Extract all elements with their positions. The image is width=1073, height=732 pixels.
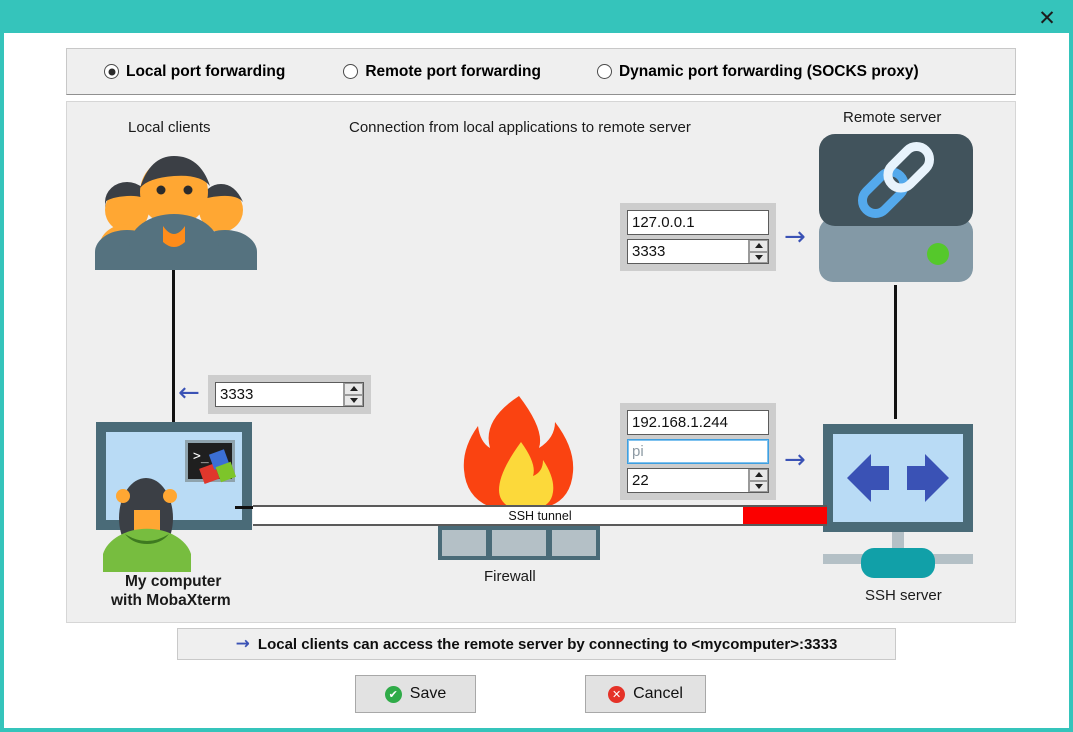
ssh-tunnel-bar: SSH tunnel (253, 505, 827, 526)
chevron-up-icon (755, 472, 763, 477)
radio-local-label: Local port forwarding (126, 63, 285, 81)
check-circle-icon: ✔ (385, 686, 402, 703)
radio-dynamic-port-forwarding[interactable]: Dynamic port forwarding (SOCKS proxy) (597, 63, 919, 81)
radio-dynamic-label: Dynamic port forwarding (SOCKS proxy) (619, 63, 919, 81)
ssh-host-input[interactable]: 192.168.1.244 (627, 410, 769, 435)
ssh-port-spin-buttons[interactable] (748, 469, 768, 492)
label-my-computer-line1: My computer (125, 573, 221, 591)
forwarded-port-value[interactable]: 3333 (216, 383, 343, 406)
ssh-port-stepper[interactable]: 22 (627, 468, 769, 493)
label-local-clients: Local clients (128, 119, 211, 136)
forwarded-port-stepper[interactable]: 3333 (215, 382, 364, 407)
arrow-left-icon: ← (178, 380, 200, 406)
arrow-right-icon: → (784, 224, 806, 250)
firewall-flame-brick-icon (438, 390, 600, 560)
cancel-button-label: Cancel (633, 685, 683, 703)
chevron-down-icon (755, 255, 763, 260)
radio-local-port-forwarding[interactable]: Local port forwarding (104, 63, 285, 81)
ssh-username-value: pi (632, 443, 644, 460)
cancel-button[interactable]: ✕ Cancel (585, 675, 706, 713)
chevron-up-icon (755, 243, 763, 248)
radio-selected-icon (104, 64, 119, 79)
save-button-label: Save (410, 685, 446, 703)
forwarded-port-decrement[interactable] (344, 395, 363, 407)
label-remote-server: Remote server (843, 109, 941, 126)
remote-host-input[interactable]: 127.0.0.1 (627, 210, 769, 235)
radio-remote-port-forwarding[interactable]: Remote port forwarding (343, 63, 541, 81)
svg-text:>_: >_ (193, 449, 209, 464)
monitor-bidirectional-arrows-icon (817, 420, 979, 582)
arrow-right-icon: → (784, 447, 806, 473)
title-bar: ✕ (4, 4, 1073, 33)
status-hint: → Local clients can access the remote se… (177, 628, 896, 660)
ssh-username-input[interactable]: pi (627, 439, 769, 464)
ssh-tunnel-label: SSH tunnel (508, 509, 571, 523)
remote-port-decrement[interactable] (749, 252, 768, 264)
radio-unselected-icon (343, 64, 358, 79)
port-forwarding-diagram: Local clients Connection from local appl… (66, 101, 1016, 623)
ssh-port-decrement[interactable] (749, 481, 768, 493)
close-icon[interactable]: ✕ (1025, 4, 1069, 33)
remote-host-value: 127.0.0.1 (632, 214, 695, 231)
remote-port-increment[interactable] (749, 240, 768, 252)
radio-unselected-icon (597, 64, 612, 79)
remote-port-stepper[interactable]: 3333 (627, 239, 769, 264)
forwarded-port-spin-buttons[interactable] (343, 383, 363, 406)
label-firewall: Firewall (484, 568, 536, 585)
connector-remote-server (894, 285, 897, 419)
cancel-circle-icon: ✕ (608, 686, 625, 703)
forwarding-mode-selector: Local port forwarding Remote port forwar… (66, 48, 1016, 95)
connector-local-clients (172, 267, 175, 435)
users-group-icon (89, 140, 259, 270)
remote-port-spin-buttons[interactable] (748, 240, 768, 263)
remote-port-value[interactable]: 3333 (628, 240, 748, 263)
ssh-host-value: 192.168.1.244 (632, 414, 728, 431)
label-my-computer-line2: with MobaXterm (111, 592, 231, 610)
tunnel-blocked-segment (743, 507, 827, 524)
chevron-down-icon (350, 398, 358, 403)
forwarded-port-increment[interactable] (344, 383, 363, 395)
forwarded-port-group: 3333 (208, 375, 371, 414)
label-ssh-server: SSH server (865, 587, 942, 604)
remote-destination-group: 127.0.0.1 3333 (620, 203, 776, 271)
port-forwarding-dialog: ✕ Local port forwarding Remote port forw… (0, 0, 1073, 732)
arrow-right-icon: → (236, 634, 250, 654)
desktop-user-terminal-icon: >_ (93, 420, 255, 572)
ssh-port-increment[interactable] (749, 469, 768, 481)
label-connection-caption: Connection from local applications to re… (349, 119, 691, 136)
ssh-port-value[interactable]: 22 (628, 469, 748, 492)
hard-drive-link-icon (815, 132, 977, 287)
radio-remote-label: Remote port forwarding (365, 63, 541, 81)
chevron-down-icon (755, 484, 763, 489)
status-hint-text: Local clients can access the remote serv… (258, 636, 837, 653)
ssh-connection-group: 192.168.1.244 pi 22 (620, 403, 776, 500)
save-button[interactable]: ✔ Save (355, 675, 476, 713)
chevron-up-icon (350, 386, 358, 391)
